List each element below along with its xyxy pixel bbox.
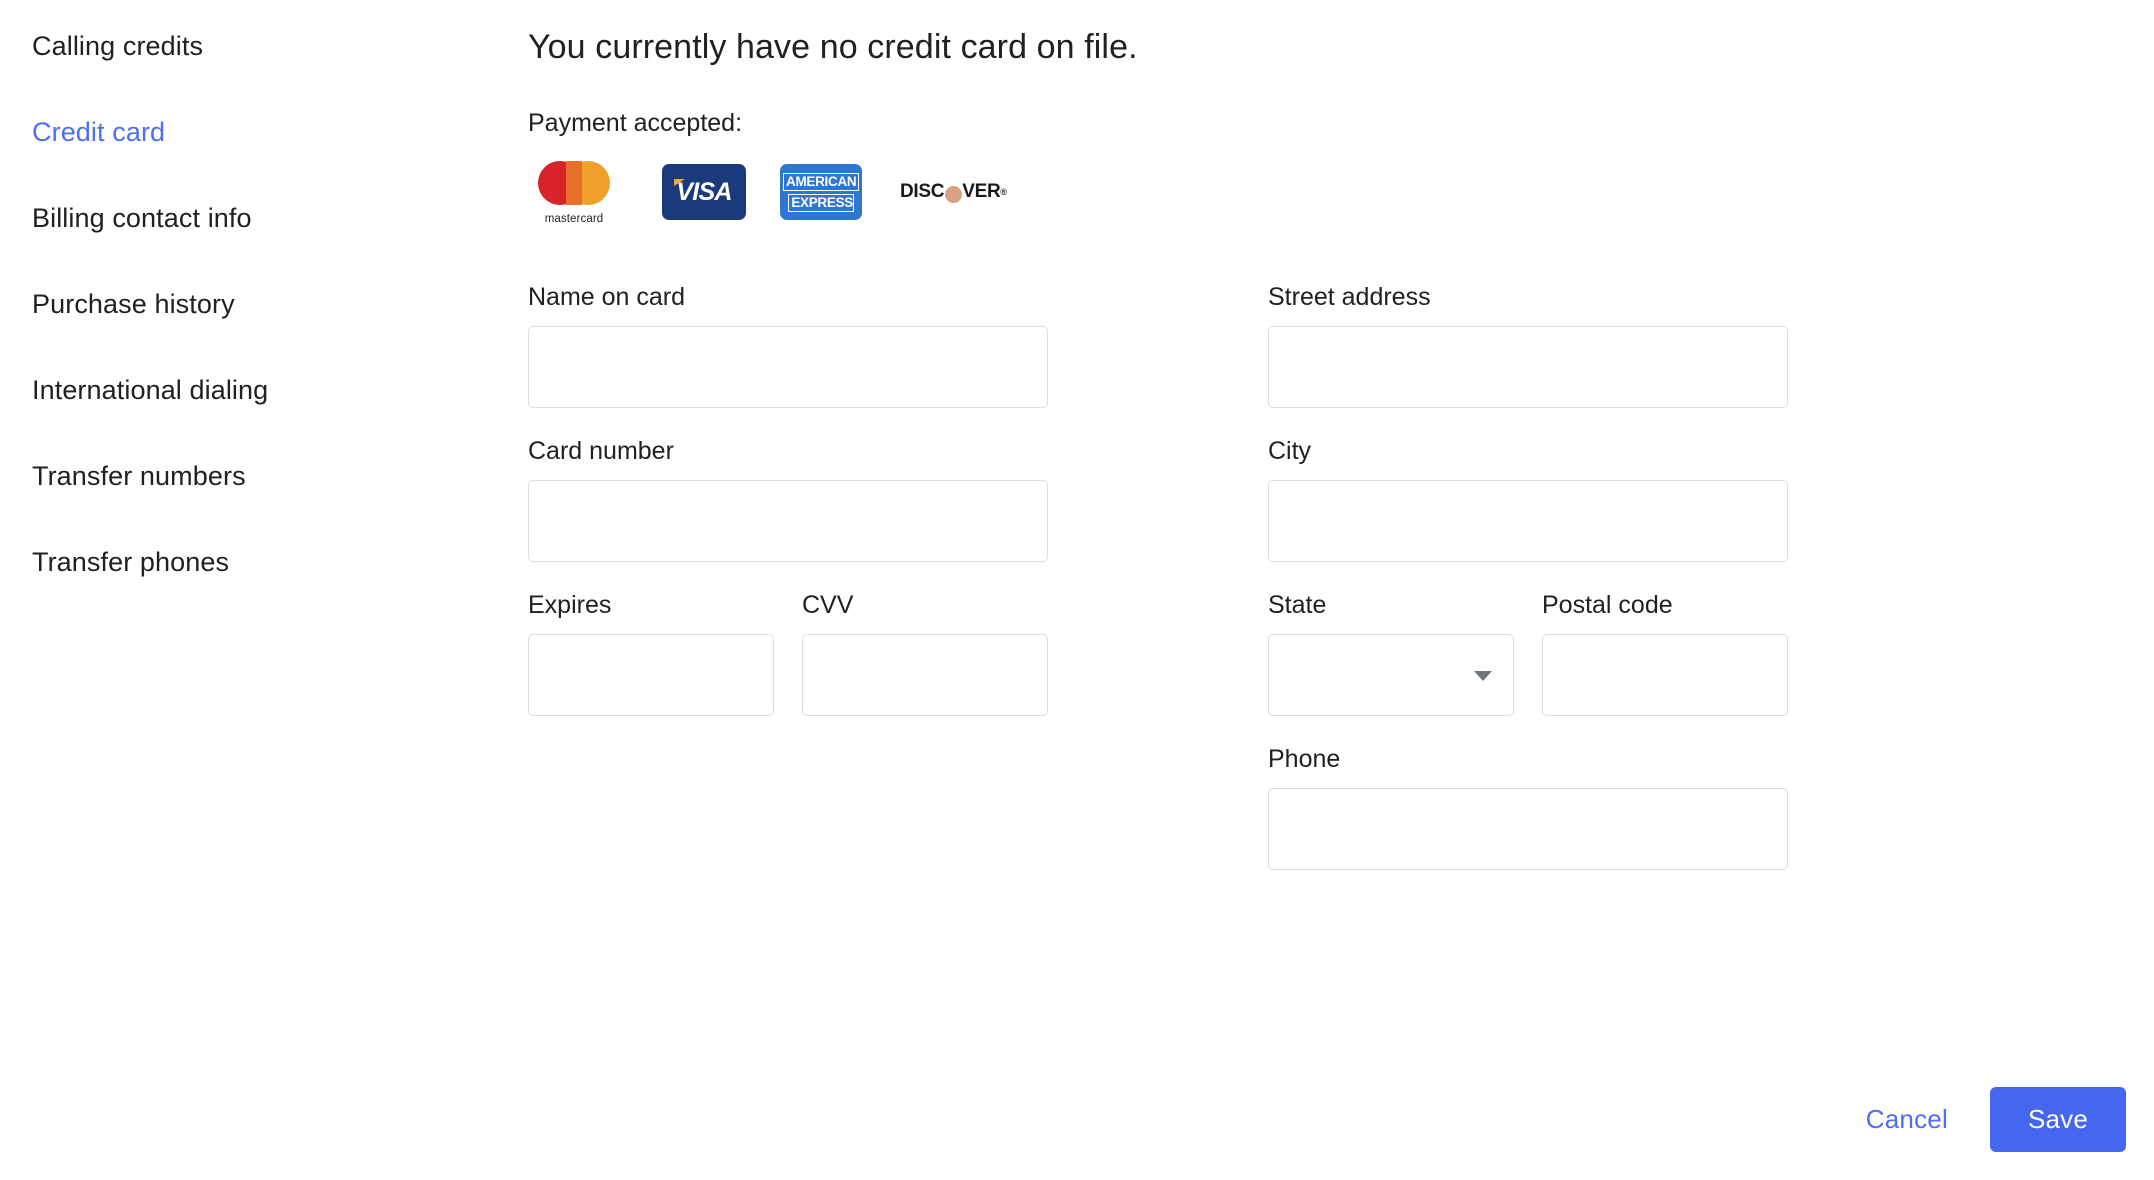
cancel-button[interactable]: Cancel <box>1844 1092 1970 1147</box>
sidebar-item-international-dialing[interactable]: International dialing <box>32 374 500 406</box>
sidebar-item-transfer-phones[interactable]: Transfer phones <box>32 546 500 578</box>
field-state: State <box>1268 590 1514 716</box>
field-street-address: Street address <box>1268 282 1788 408</box>
field-postal-code: Postal code <box>1542 590 1788 716</box>
discover-suffix: VER <box>962 181 1001 202</box>
label-city: City <box>1268 437 1312 465</box>
sidebar-item-credit-card[interactable]: Credit card <box>32 116 500 148</box>
sidebar-item-billing-contact-info[interactable]: Billing contact info <box>32 202 500 234</box>
amex-line-american: AMERICAN <box>783 172 859 191</box>
page-title: You currently have no credit card on fil… <box>528 28 1138 66</box>
label-expires: Expires <box>528 591 612 619</box>
field-expires: Expires <box>528 590 774 716</box>
street-address-input[interactable] <box>1268 326 1788 408</box>
credit-card-settings-page: Calling credits Credit card Billing cont… <box>0 0 2154 1180</box>
state-postal-row: State Postal code <box>1268 590 1788 744</box>
field-card-number: Card number <box>528 436 1048 562</box>
mastercard-overlap <box>566 161 582 205</box>
accepted-card-logos: mastercard VISA AMERICAN EXPRESS DISC VE… <box>528 156 2154 228</box>
field-city: City <box>1268 436 1788 562</box>
cvv-input[interactable] <box>802 634 1048 716</box>
discover-circle-o <box>944 185 962 203</box>
sidebar-item-purchase-history[interactable]: Purchase history <box>32 288 500 320</box>
city-input[interactable] <box>1268 480 1788 562</box>
billing-address-column: Street address City State Postal code Ph… <box>1268 282 1788 898</box>
expires-input[interactable] <box>528 634 774 716</box>
label-cvv: CVV <box>802 591 854 619</box>
name-on-card-input[interactable] <box>528 326 1048 408</box>
label-postal-code: Postal code <box>1542 591 1673 619</box>
sidebar-item-calling-credits[interactable]: Calling credits <box>32 30 500 62</box>
field-cvv: CVV <box>802 590 1048 716</box>
payment-accepted-label: Payment accepted: <box>528 109 743 137</box>
form-actions: Cancel Save <box>1844 1087 2126 1152</box>
state-select[interactable] <box>1268 634 1514 716</box>
sidebar-item-transfer-numbers[interactable]: Transfer numbers <box>32 460 500 492</box>
credit-card-form: Name on card Card number Expires CVV Str… <box>528 282 2154 898</box>
mastercard-wordmark: mastercard <box>544 213 604 225</box>
label-phone: Phone <box>1268 745 1341 773</box>
mastercard-circles <box>538 161 610 205</box>
card-details-column: Name on card Card number Expires CVV <box>528 282 1048 898</box>
save-button[interactable]: Save <box>1989 1087 2126 1152</box>
label-card-number: Card number <box>528 437 674 465</box>
visa-swoosh <box>674 179 685 186</box>
card-number-input[interactable] <box>528 480 1048 562</box>
american-express-icon: AMERICAN EXPRESS <box>780 164 862 220</box>
amex-line-express: EXPRESS <box>788 193 854 212</box>
mastercard-icon: mastercard <box>528 161 620 225</box>
label-name-on-card: Name on card <box>528 283 686 311</box>
field-phone: Phone <box>1268 744 1788 870</box>
discover-prefix: DISC <box>900 181 945 202</box>
state-select-wrapper <box>1268 634 1514 716</box>
phone-input[interactable] <box>1268 788 1788 870</box>
label-state: State <box>1268 591 1327 619</box>
settings-sidebar: Calling credits Credit card Billing cont… <box>0 0 500 578</box>
discover-icon: DISC VER ® <box>900 181 1007 203</box>
label-street-address: Street address <box>1268 283 1431 311</box>
postal-code-input[interactable] <box>1542 634 1788 716</box>
main-content: You currently have no credit card on fil… <box>528 0 2154 898</box>
visa-icon: VISA <box>662 164 746 220</box>
discover-registered-mark: ® <box>1000 187 1007 197</box>
field-name-on-card: Name on card <box>528 282 1048 408</box>
expires-cvv-row: Expires CVV <box>528 590 1048 744</box>
